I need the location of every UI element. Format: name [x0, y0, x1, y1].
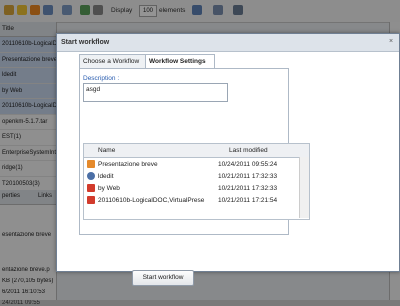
pdf-file-icon — [87, 196, 95, 204]
table-row[interactable]: by Web 10/21/2011 17:32:33 — [84, 183, 297, 195]
description-field[interactable]: asgd — [83, 83, 228, 102]
document-name: ldedit — [98, 173, 114, 180]
start-workflow-dialog: Start workflow × Choose a Workflow Workf… — [56, 33, 400, 286]
document-modified: 10/21/2011 17:32:33 — [218, 173, 278, 180]
ppt-file-icon — [87, 160, 95, 168]
close-icon[interactable]: × — [387, 38, 395, 46]
document-name: 20110610b-LogicalDOC,VirtualPrese — [98, 197, 205, 204]
document-modified: 10/21/2011 17:21:54 — [218, 197, 278, 204]
tab-choose-workflow[interactable]: Choose a Workflow — [79, 54, 147, 68]
tab-workflow-settings[interactable]: Workflow Settings — [145, 54, 215, 69]
generic-file-icon — [87, 172, 95, 180]
document-modified: 10/21/2011 17:32:33 — [218, 185, 278, 192]
detail-modified: 24/2011 09:55 — [2, 300, 40, 306]
table-row[interactable]: Presentazione breve 10/24/2011 09:55:24 — [84, 159, 297, 171]
dialog-title: Start workflow — [61, 39, 110, 46]
documents-grid: Name Last modified Presentazione breve 1… — [83, 143, 310, 220]
workflow-settings-panel: Description : asgd Name Last modified Pr… — [79, 68, 310, 235]
table-row[interactable]: 20110610b-LogicalDOC,VirtualPrese 10/21/… — [84, 195, 297, 207]
description-label: Description : — [83, 75, 120, 82]
pdf-file-icon — [87, 184, 95, 192]
last-modified-column-header[interactable]: Last modified — [229, 147, 268, 154]
table-row[interactable]: ldedit 10/21/2011 17:32:33 — [84, 171, 297, 183]
document-modified: 10/24/2011 09:55:24 — [218, 161, 278, 168]
grid-scrollbar[interactable] — [299, 157, 309, 218]
dialog-title-bar[interactable]: Start workflow × — [57, 34, 399, 52]
document-name: Presentazione breve — [98, 161, 158, 168]
document-name: by Web — [98, 185, 120, 192]
start-workflow-button[interactable]: Start workflow — [132, 270, 194, 286]
grid-header: Name Last modified — [84, 144, 309, 158]
name-column-header[interactable]: Name — [98, 147, 115, 154]
